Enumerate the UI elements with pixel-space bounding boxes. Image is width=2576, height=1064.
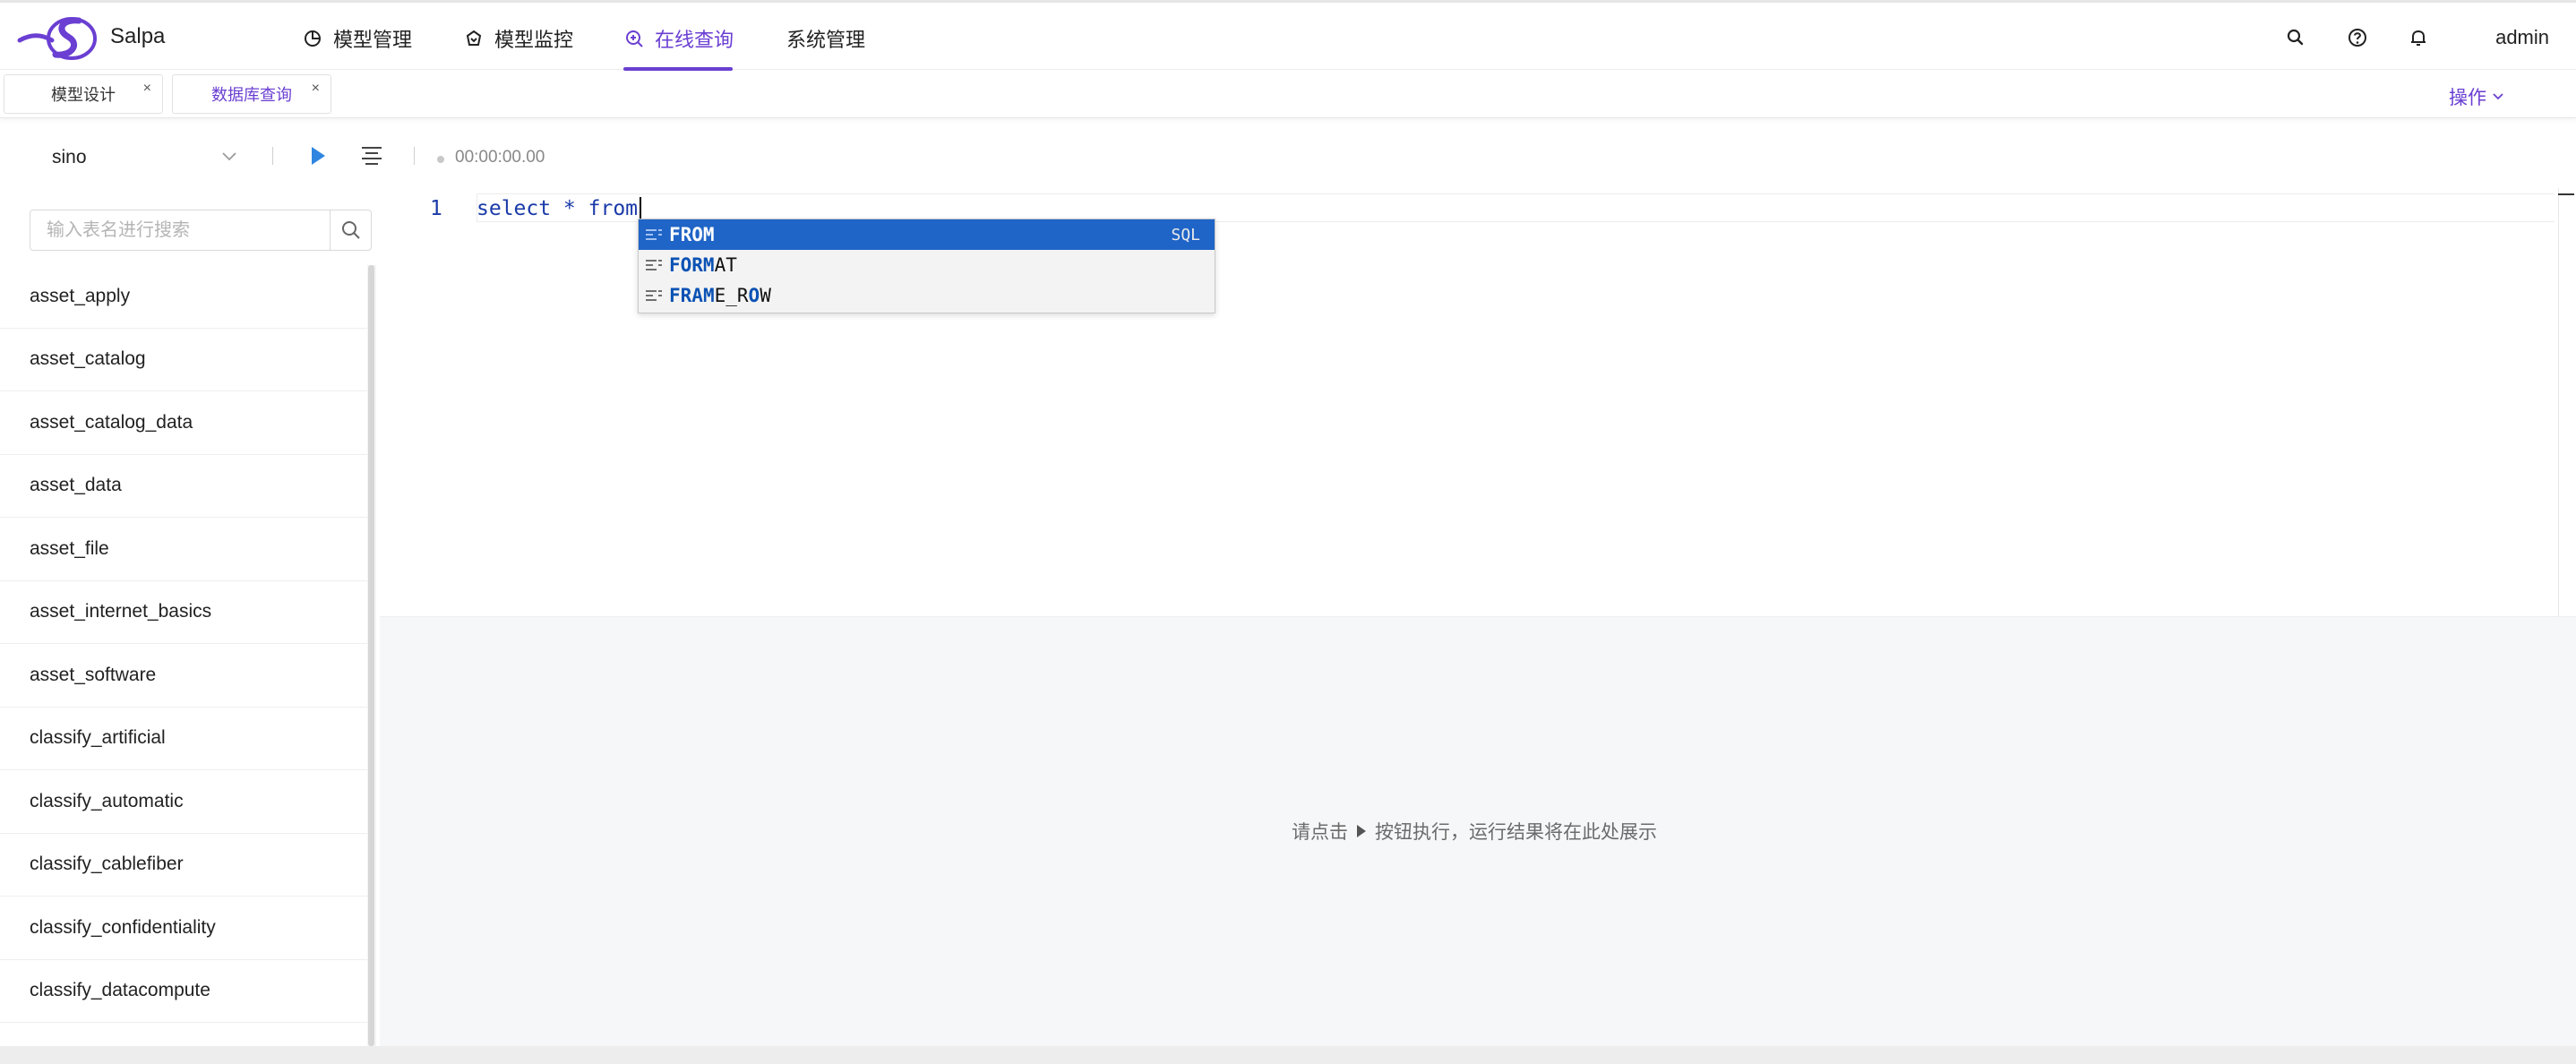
table-item[interactable]: classify_automatic <box>0 770 367 834</box>
close-icon[interactable]: × <box>143 81 151 97</box>
nav-label: 在线查询 <box>655 29 734 51</box>
help-icon[interactable] <box>2346 26 2369 49</box>
suggestion-match: O <box>748 285 760 306</box>
keyword-icon <box>646 229 662 240</box>
bell-icon[interactable] <box>2407 26 2430 49</box>
bottom-scrollbar[interactable] <box>0 1046 2576 1064</box>
nav-system-management[interactable]: 系统管理 <box>786 24 865 53</box>
table-item[interactable]: classify_confidentiality <box>0 897 367 960</box>
text-cursor <box>640 197 641 220</box>
suggestion-rest: E_R <box>714 285 749 306</box>
nav-online-query[interactable]: 在线查询 <box>624 24 734 53</box>
keyword-icon <box>646 260 662 270</box>
results-msg-before: 请点击 <box>1292 822 1348 843</box>
table-item[interactable]: classify_artificial <box>0 708 367 770</box>
table-list: asset_apply asset_catalog asset_catalog_… <box>0 265 367 1023</box>
results-panel: 请点击 按钮执行，运行结果将在此处展示 <box>380 616 2576 1046</box>
suggestion-match: FR <box>669 285 692 306</box>
suggestion-item[interactable]: FR A M E_R O W <box>639 280 1215 311</box>
brand-name: Salpa <box>110 24 166 48</box>
query-toolbar: sino 00:00:00.00 <box>0 125 2576 188</box>
play-icon <box>1357 825 1366 837</box>
scrollbar-cursor-marker <box>2558 193 2574 195</box>
operations-label: 操作 <box>2449 88 2486 108</box>
nav-label: 模型管理 <box>333 29 413 51</box>
table-item[interactable]: classify_datacompute <box>0 960 367 1023</box>
nav-label: 系统管理 <box>786 29 866 51</box>
table-search-input[interactable] <box>30 210 330 250</box>
run-button[interactable] <box>309 145 327 167</box>
table-item[interactable]: asset_internet_basics <box>0 581 367 644</box>
table-item[interactable]: asset_catalog <box>0 329 367 391</box>
execution-timer: 00:00:00.00 <box>455 148 545 167</box>
search-icon[interactable] <box>2284 26 2307 49</box>
suggestion-rest: AT <box>714 254 737 276</box>
suggestion-source: SQL <box>1171 225 1200 245</box>
table-sidebar: asset_apply asset_catalog asset_catalog_… <box>0 188 380 1046</box>
divider <box>414 147 415 165</box>
nav-model-management[interactable]: 模型管理 <box>303 24 412 53</box>
suggestion-item[interactable]: FORM AT <box>639 250 1215 280</box>
table-item[interactable]: asset_catalog_data <box>0 391 367 455</box>
monitor-gem-icon <box>466 30 482 46</box>
keyword-icon <box>646 290 662 301</box>
table-search <box>30 210 372 251</box>
top-navigation-bar: Salpa 模型管理 模型监控 在线查询 系统管理 admin <box>0 0 2576 71</box>
suggestion-match: FROM <box>669 224 715 245</box>
sidebar-scrollbar-thumb[interactable] <box>368 265 374 1046</box>
search-icon <box>341 221 360 239</box>
search-plus-icon <box>626 30 643 47</box>
pie-chart-icon <box>305 30 321 47</box>
editor-scrollbar[interactable] <box>2558 188 2576 616</box>
suggestion-match: A <box>691 285 703 306</box>
table-search-button[interactable] <box>330 210 371 250</box>
tab-model-design[interactable]: 模型设计 × <box>4 74 163 114</box>
tab-bar: 模型设计 × 数据库查询 × 操作 <box>0 71 2576 118</box>
tab-label: 数据库查询 <box>211 86 292 104</box>
table-item[interactable]: asset_file <box>0 518 367 581</box>
salpa-logo[interactable] <box>16 13 99 62</box>
database-select[interactable]: sino <box>52 147 87 168</box>
status-dot <box>437 156 444 163</box>
suggestion-match: FORM <box>669 254 715 276</box>
divider <box>272 147 273 165</box>
tab-database-query[interactable]: 数据库查询 × <box>172 74 331 114</box>
format-button[interactable] <box>360 145 383 167</box>
empty-results-message: 请点击 按钮执行，运行结果将在此处展示 <box>1292 818 1657 845</box>
user-menu[interactable]: admin <box>2495 26 2549 49</box>
nav-label: 模型监控 <box>494 29 574 51</box>
table-item[interactable]: asset_data <box>0 455 367 518</box>
results-msg-after: 按钮执行，运行结果将在此处展示 <box>1375 822 1657 843</box>
close-icon[interactable]: × <box>312 81 320 97</box>
operations-dropdown[interactable]: 操作 <box>2449 83 2504 110</box>
table-item[interactable]: asset_software <box>0 644 367 708</box>
nav-model-monitoring[interactable]: 模型监控 <box>464 24 573 53</box>
suggestion-rest: W <box>760 285 771 306</box>
table-item[interactable]: classify_cablefiber <box>0 834 367 897</box>
chevron-down-icon[interactable] <box>220 147 238 165</box>
table-item[interactable]: asset_apply <box>0 265 367 329</box>
code-line[interactable]: select * from <box>477 197 638 220</box>
suggestion-item[interactable]: FROM SQL <box>639 219 1215 250</box>
chevron-down-icon <box>2493 93 2503 100</box>
tab-label: 模型设计 <box>51 86 116 104</box>
suggestion-match: M <box>702 285 715 306</box>
autocomplete-popup: FROM SQL FORM AT FR A M E_R O W <box>638 219 1215 313</box>
line-number: 1 <box>430 197 442 220</box>
